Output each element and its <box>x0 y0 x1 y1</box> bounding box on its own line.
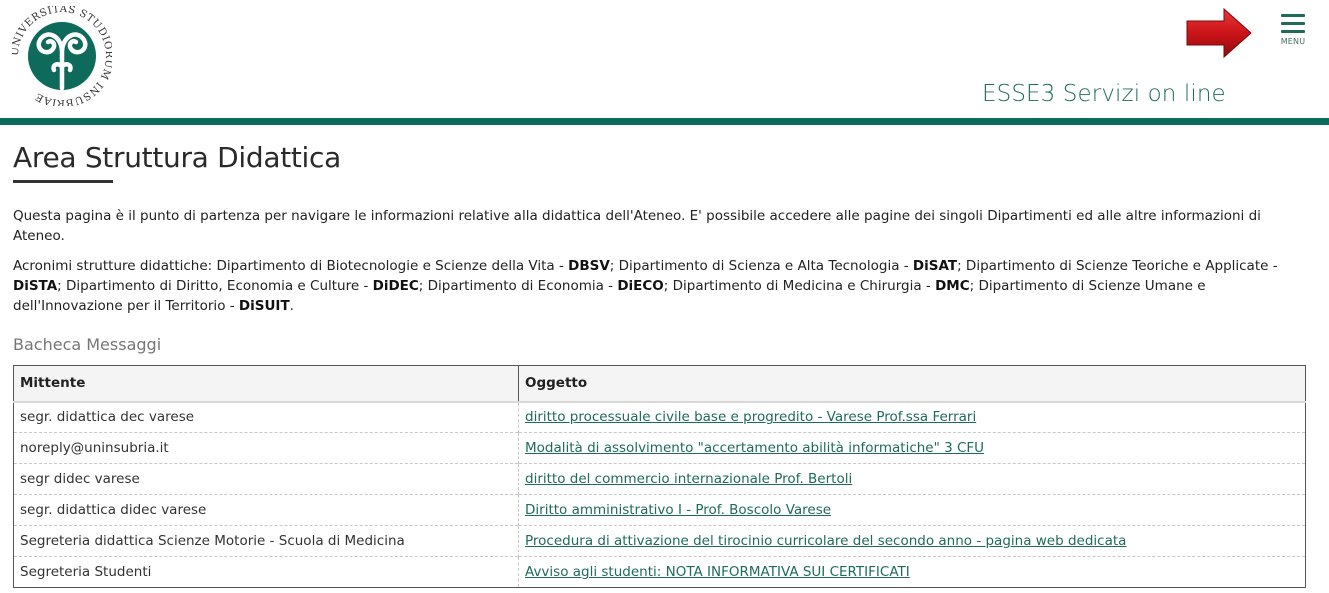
table-row: segr. didattica dec varese diritto proce… <box>13 401 1306 433</box>
header: UNIVERSITAS STUDIORUM INSUBRIAE MENU ESS… <box>0 0 1329 118</box>
column-header-oggetto[interactable]: Oggetto <box>518 365 1306 403</box>
subject-cell: diritto del commercio internazionale Pro… <box>518 463 1306 495</box>
menu-button[interactable]: MENU <box>1270 12 1316 56</box>
acronym-description: ; Dipartimento di Scienze Teoriche e App… <box>957 258 1278 274</box>
message-link[interactable]: Procedura di attivazione del tirocinio c… <box>525 533 1126 549</box>
subject-cell: Avviso agli studenti: NOTA INFORMATIVA S… <box>518 556 1306 588</box>
message-link[interactable]: diritto processuale civile base e progre… <box>525 409 976 425</box>
table-header-row: Mittente Oggetto <box>13 365 1306 403</box>
menu-label: MENU <box>1280 37 1306 46</box>
message-link[interactable]: diritto del commercio internazionale Pro… <box>525 471 852 487</box>
sender-cell: segr. didattica didec varese <box>13 494 519 526</box>
column-header-mittente[interactable]: Mittente <box>13 365 519 403</box>
red-arrow-icon <box>1186 7 1252 59</box>
intro-paragraph: Questa pagina è il punto di partenza per… <box>13 208 1261 244</box>
hamburger-menu-icon <box>1281 14 1305 33</box>
acronym-code: DiECO <box>617 278 664 294</box>
subject-cell: Modalità di assolvimento "accertamento a… <box>518 432 1306 464</box>
page-title: Area Struttura Didattica <box>13 141 341 174</box>
sender-cell: Segreteria didattica Scienze Motorie - S… <box>13 525 519 557</box>
title-underline <box>13 180 113 183</box>
acronym-description: Acronimi strutture didattiche: Dipartime… <box>13 258 569 274</box>
table-row: noreply@uninsubria.it Modalità di assolv… <box>13 432 1306 464</box>
subject-cell: diritto processuale civile base e progre… <box>519 402 1306 433</box>
university-logo[interactable]: UNIVERSITAS STUDIORUM INSUBRIAE <box>12 6 112 106</box>
sender-cell: segr didec varese <box>13 463 519 495</box>
service-title[interactable]: ESSE3 Servizi on line <box>982 81 1226 107</box>
acronym-description: ; Dipartimento di Diritto, Economia e Cu… <box>57 278 373 294</box>
acronym-code: DiSTA <box>13 278 58 294</box>
acronym-description: ; Dipartimento di Medicina e Chirurgia - <box>663 278 936 294</box>
table-row: Segreteria Studenti Avviso agli studenti… <box>13 556 1306 588</box>
table-row: Segreteria didattica Scienze Motorie - S… <box>13 525 1306 557</box>
message-link[interactable]: Avviso agli studenti: NOTA INFORMATIVA S… <box>525 564 910 580</box>
acronym-code: DMC <box>935 278 970 294</box>
acronym-code: DiDEC <box>372 278 419 294</box>
acronyms-paragraph: Acronimi strutture didattiche: Dipartime… <box>13 256 1293 316</box>
acronym-code: DiSAT <box>912 258 958 274</box>
sender-cell: segr. didattica dec varese <box>13 401 519 433</box>
acronym-code: DBSV <box>568 258 610 274</box>
message-link[interactable]: Modalità di assolvimento "accertamento a… <box>525 440 984 456</box>
header-band <box>0 118 1329 125</box>
main-content: Area Struttura Didattica Questa pagina è… <box>13 125 1307 588</box>
acronym-description: ; Dipartimento di Economia - <box>418 278 618 294</box>
message-link[interactable]: Diritto amministrativo I - Prof. Boscolo… <box>525 502 831 518</box>
sender-cell: Segreteria Studenti <box>13 556 519 588</box>
acronym-description: ; Dipartimento di Scienza e Alta Tecnolo… <box>609 258 913 274</box>
table-row: segr didec varese diritto del commercio … <box>13 463 1306 495</box>
sender-cell: noreply@uninsubria.it <box>13 432 519 464</box>
subject-cell: Procedura di attivazione del tirocinio c… <box>518 525 1306 557</box>
messages-table: Mittente Oggetto segr. didattica dec var… <box>13 365 1306 588</box>
acronym-code: DiSUIT <box>238 298 290 314</box>
section-title-bacheca: Bacheca Messaggi <box>13 335 162 354</box>
acronym-end: . <box>289 298 294 314</box>
table-row: segr. didattica didec varese Diritto amm… <box>13 494 1306 526</box>
subject-cell: Diritto amministrativo I - Prof. Boscolo… <box>518 494 1306 526</box>
